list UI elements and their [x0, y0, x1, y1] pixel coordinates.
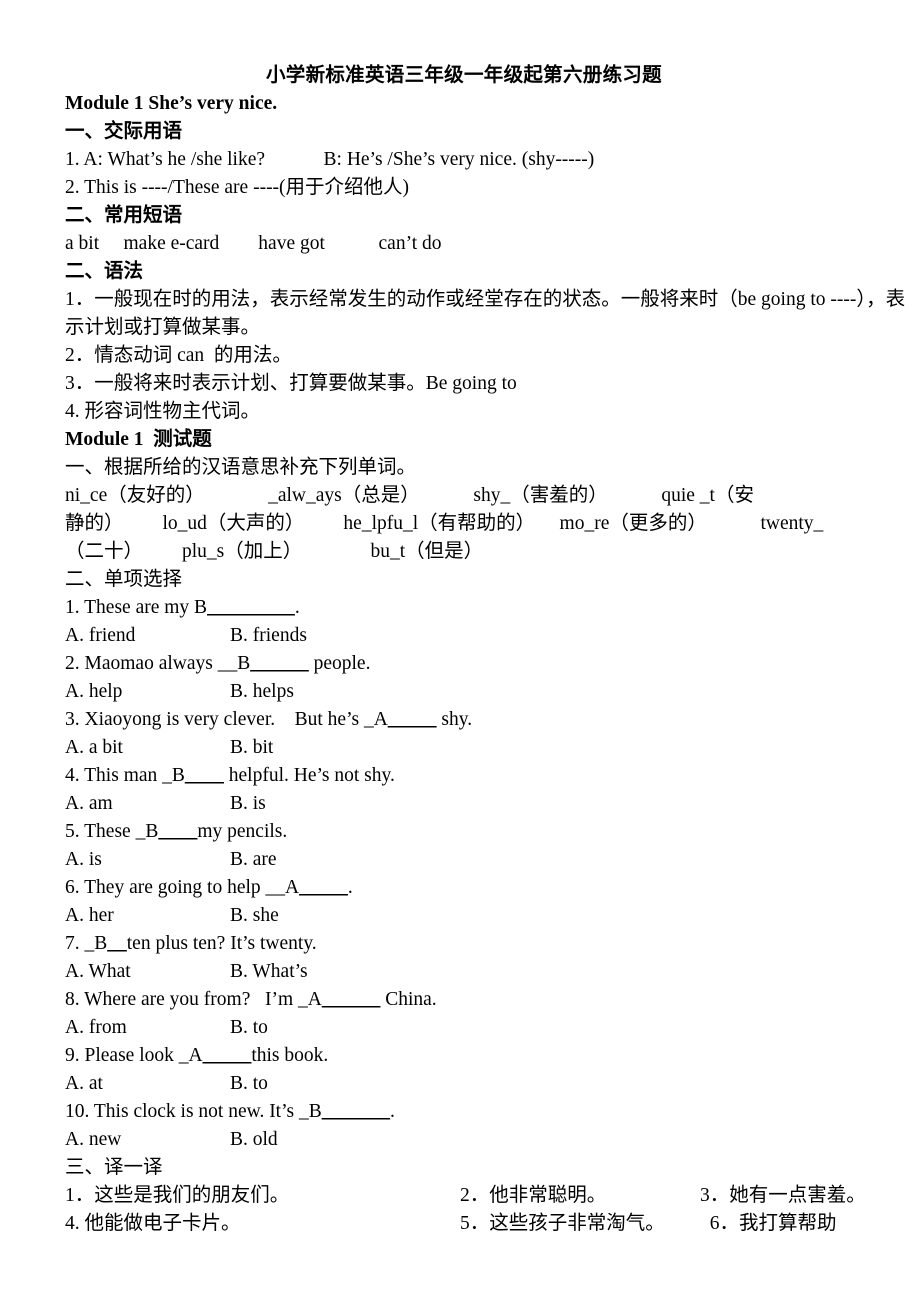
document-body: 小学新标准英语三年级一年级起第六册练习题 Module 1 She’s very… — [65, 62, 920, 1238]
question-4: 4. This man _B____ helpful. He’s not shy… — [65, 762, 920, 790]
question-4-text: 4. This man _B — [65, 765, 185, 786]
question-9-blank[interactable]: _____ — [203, 1045, 252, 1066]
translation-item-4: 4. 他能做电子卡片。 — [65, 1213, 241, 1234]
communication-line-2: 2. This is ----/These are ----(用于介绍他人) — [65, 177, 410, 198]
translation-row-1: 1．这些是我们的朋友们。 2．他非常聪明。 3．她有一点害羞。 — [65, 1182, 920, 1210]
question-9-option-b[interactable]: B. to — [230, 1070, 268, 1098]
question-10-option-b[interactable]: B. old — [230, 1126, 278, 1154]
question-2-text: 2. Maomao always __B — [65, 653, 251, 674]
question-8: 8. Where are you from? I’m _A______ Chin… — [65, 986, 920, 1014]
question-5-tail: my pencils. — [197, 821, 288, 842]
question-8-option-a[interactable]: A. from — [65, 1014, 230, 1042]
question-9-text: 9. Please look _A — [65, 1045, 203, 1066]
question-9: 9. Please look _A_____this book. — [65, 1042, 920, 1070]
grammar-line-1: 1．一般现在时的用法，表示经常发生的动作或经堂存在的状态。一般将来时（be go… — [65, 289, 906, 338]
question-8-text: 8. Where are you from? I’m _A — [65, 989, 322, 1010]
question-6-options: A. her B. she — [65, 902, 920, 930]
question-4-option-a[interactable]: A. am — [65, 790, 230, 818]
communication-line-1: 1. A: What’s he /she like? B: He’s /She’… — [65, 149, 595, 170]
question-5: 5. These _B____my pencils. — [65, 818, 920, 846]
question-6-tail: . — [347, 877, 353, 898]
vocabulary-line-3: （二十） plu_s（加上） bu_t（但是） — [65, 541, 484, 562]
question-7-blank[interactable]: __ — [107, 933, 127, 954]
question-4-blank[interactable]: ____ — [185, 765, 224, 786]
vocabulary-line-1: ni_ce（友好的） _alw_ays（总是） shy_（害羞的） quie _… — [65, 485, 754, 506]
translation-item-5: 5．这些孩子非常淘气。 — [460, 1213, 665, 1234]
question-10-options: A. new B. old — [65, 1126, 920, 1154]
question-1: 1. These are my B_________. — [65, 594, 920, 622]
question-10-tail: . — [390, 1101, 395, 1122]
question-2-tail: people. — [308, 653, 371, 674]
question-4-tail: helpful. He’s not shy. — [223, 765, 395, 786]
question-3-option-a[interactable]: A. a bit — [65, 734, 230, 762]
question-5-options: A. is B. are — [65, 846, 920, 874]
question-1-tail: . — [294, 597, 300, 618]
question-5-option-b[interactable]: B. are — [230, 846, 277, 874]
question-7: 7. _B__ten plus ten? It’s twenty. — [65, 930, 920, 958]
question-5-text: 5. These _B — [65, 821, 159, 842]
part-one-heading: 一、根据所给的汉语意思补充下列单词。 — [65, 457, 417, 478]
question-7-option-a[interactable]: A. What — [65, 958, 230, 986]
question-6-option-b[interactable]: B. she — [230, 902, 279, 930]
module-heading: Module 1 She’s very nice. — [65, 93, 278, 114]
question-10: 10. This clock is not new. It’s _B______… — [65, 1098, 920, 1126]
question-3: 3. Xiaoyong is very clever. But he’s _A_… — [65, 706, 920, 734]
question-2-options: A. help B. helps — [65, 678, 920, 706]
question-2: 2. Maomao always __B______ people. — [65, 650, 920, 678]
question-3-tail: shy. — [436, 709, 473, 730]
question-8-option-b[interactable]: B. to — [230, 1014, 268, 1042]
question-8-tail: China. — [380, 989, 437, 1010]
question-2-blank[interactable]: ______ — [250, 653, 309, 674]
question-7-text: 7. _B — [65, 933, 108, 954]
question-6: 6. They are going to help __A_____. — [65, 874, 920, 902]
question-4-option-b[interactable]: B. is — [230, 790, 266, 818]
grammar-line-4: 4. 形容词性物主代词。 — [65, 401, 261, 422]
grammar-line-3: 3．一般将来时表示计划、打算要做某事。Be going to — [65, 373, 517, 394]
section-heading-phrases: 二、常用短语 — [65, 205, 183, 226]
question-3-options: A. a bit B. bit — [65, 734, 920, 762]
question-3-text: 3. Xiaoyong is very clever. But he’s _A — [65, 709, 388, 730]
question-6-option-a[interactable]: A. her — [65, 902, 230, 930]
test-heading: Module 1 测试题 — [65, 429, 212, 450]
question-10-text: 10. This clock is not new. It’s _B — [65, 1101, 322, 1122]
question-2-option-b[interactable]: B. helps — [230, 678, 294, 706]
question-1-option-a[interactable]: A. friend — [65, 622, 230, 650]
part-three-heading: 三、译一译 — [65, 1157, 163, 1178]
vocabulary-line-2: 静的） lo_ud（大声的） he_lpfu_l（有帮助的） mo_re（更多的… — [65, 513, 824, 534]
translation-row-2: 4. 他能做电子卡片。 5．这些孩子非常淘气。 6．我打算帮助 — [65, 1210, 920, 1238]
question-8-blank[interactable]: ______ — [322, 989, 381, 1010]
translation-item-3: 3．她有一点害羞。 — [700, 1185, 866, 1206]
question-3-option-b[interactable]: B. bit — [230, 734, 273, 762]
section-heading-communication: 一、交际用语 — [65, 121, 183, 142]
translation-item-1: 1．这些是我们的朋友们。 — [65, 1185, 290, 1206]
question-8-options: A. from B. to — [65, 1014, 920, 1042]
question-7-option-b[interactable]: B. What’s — [230, 958, 308, 986]
question-10-blank[interactable]: _______ — [322, 1101, 390, 1122]
question-9-tail: this book. — [251, 1045, 329, 1066]
question-6-text: 6. They are going to help __A — [65, 877, 300, 898]
question-4-options: A. am B. is — [65, 790, 920, 818]
question-5-blank[interactable]: ____ — [158, 821, 197, 842]
question-9-option-a[interactable]: A. at — [65, 1070, 230, 1098]
question-2-option-a[interactable]: A. help — [65, 678, 230, 706]
question-1-options: A. friend B. friends — [65, 622, 920, 650]
question-1-blank[interactable]: _________ — [207, 597, 295, 618]
translation-item-6: 6．我打算帮助 — [700, 1213, 837, 1234]
translation-item-2: 2．他非常聪明。 — [460, 1185, 607, 1206]
question-10-option-a[interactable]: A. new — [65, 1126, 230, 1154]
section-heading-grammar: 二、语法 — [65, 261, 144, 282]
document-title: 小学新标准英语三年级一年级起第六册练习题 — [265, 65, 662, 86]
question-7-options: A. What B. What’s — [65, 958, 920, 986]
question-1-text: 1. These are my B — [65, 597, 208, 618]
phrases-line: a bit make e-card have got can’t do — [65, 233, 442, 254]
question-5-option-a[interactable]: A. is — [65, 846, 230, 874]
question-3-blank[interactable]: _____ — [388, 709, 437, 730]
question-1-option-b[interactable]: B. friends — [230, 622, 307, 650]
question-9-options: A. at B. to — [65, 1070, 920, 1098]
worksheet-page: 小学新标准英语三年级一年级起第六册练习题 Module 1 She’s very… — [0, 0, 920, 1302]
question-7-tail: ten plus ten? It’s twenty. — [126, 933, 317, 954]
grammar-line-2: 2．情态动词 can 的用法。 — [65, 345, 292, 366]
part-two-heading: 二、单项选择 — [65, 569, 183, 590]
question-6-blank[interactable]: _____ — [299, 877, 348, 898]
